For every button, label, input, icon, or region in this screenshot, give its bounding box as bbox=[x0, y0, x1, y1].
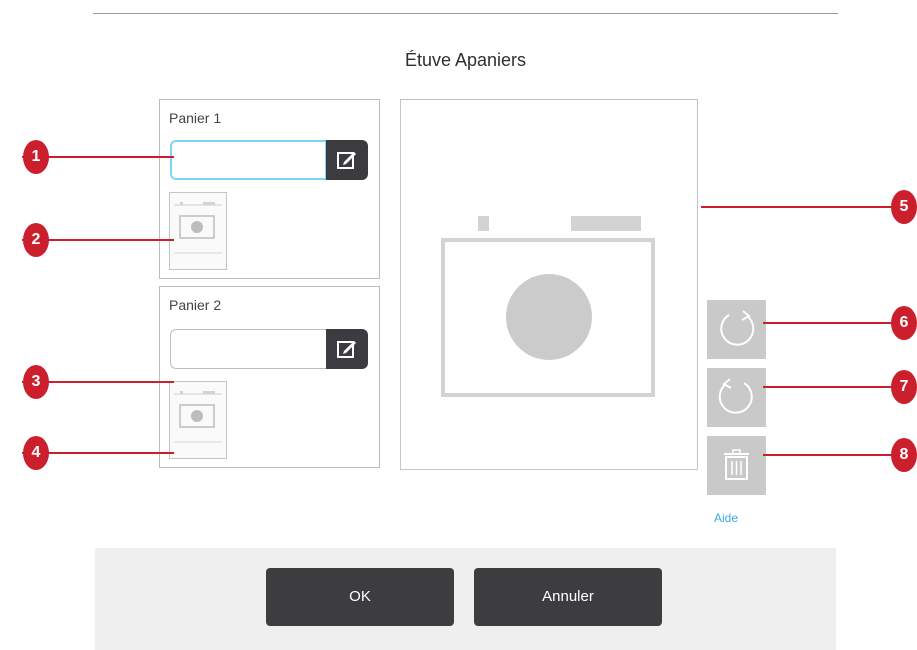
basket-2-edit-button[interactable] bbox=[326, 329, 368, 369]
delete-button[interactable] bbox=[707, 436, 766, 495]
basket-1-input-group bbox=[170, 140, 368, 180]
rotate-counterclockwise-icon bbox=[718, 378, 753, 414]
trash-icon bbox=[724, 449, 749, 480]
rotate-clockwise-button[interactable] bbox=[707, 300, 766, 359]
callout-5-line bbox=[701, 206, 901, 208]
callout-4-badge: 4 bbox=[23, 436, 49, 470]
basket-thumbnail-image bbox=[174, 391, 222, 443]
callout-1-badge: 1 bbox=[23, 140, 49, 174]
basket-2-panel: Panier 2 bbox=[159, 286, 380, 468]
basket-preview-panel bbox=[400, 99, 698, 470]
callout-2-badge: 2 bbox=[23, 223, 49, 257]
edit-icon bbox=[337, 341, 356, 358]
basket-1-id-input[interactable] bbox=[170, 140, 327, 180]
basket-1-thumbnail[interactable] bbox=[169, 192, 227, 270]
basket-1-panel: Panier 1 bbox=[159, 99, 380, 279]
callout-3-badge: 3 bbox=[23, 365, 49, 399]
basket-2-label: Panier 2 bbox=[169, 297, 222, 313]
callout-5-badge: 5 bbox=[891, 190, 917, 224]
basket-thumbnail-image bbox=[174, 202, 222, 254]
callout-6-line bbox=[763, 322, 901, 324]
help-link[interactable]: Aide bbox=[714, 511, 738, 525]
basket-2-id-input[interactable] bbox=[170, 329, 327, 369]
basket-2-thumbnail[interactable] bbox=[169, 381, 227, 459]
basket-1-edit-button[interactable] bbox=[326, 140, 368, 180]
callout-8-badge: 8 bbox=[891, 438, 917, 472]
callout-7-badge: 7 bbox=[891, 370, 917, 404]
edit-icon bbox=[337, 152, 356, 169]
basket-1-label: Panier 1 bbox=[169, 110, 222, 126]
rotate-counterclockwise-button[interactable] bbox=[707, 368, 766, 427]
rotate-clockwise-icon bbox=[720, 310, 755, 346]
callout-8-line bbox=[763, 454, 901, 456]
basket-dialog: Étuve Apaniers Panier 1 Panier 2 Aide OK… bbox=[93, 14, 838, 650]
callout-7-line bbox=[763, 386, 901, 388]
callout-6-badge: 6 bbox=[891, 306, 917, 340]
basket-preview-image bbox=[441, 216, 655, 397]
cancel-button[interactable]: Annuler bbox=[474, 568, 662, 626]
ok-button[interactable]: OK bbox=[266, 568, 454, 626]
dialog-footer bbox=[95, 548, 836, 650]
basket-2-input-group bbox=[170, 329, 368, 369]
dialog-title: Étuve Apaniers bbox=[404, 50, 527, 70]
